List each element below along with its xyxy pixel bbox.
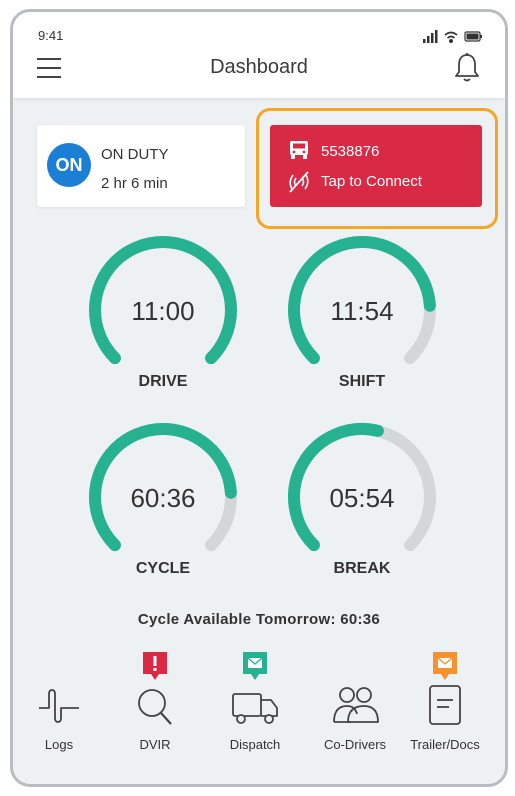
shift-gauge[interactable]: 11:54 SHIFT <box>282 234 442 404</box>
break-gauge-label: BREAK <box>333 560 391 577</box>
wifi-icon <box>444 31 458 44</box>
drive-gauge[interactable]: 11:00 DRIVE <box>83 234 243 404</box>
nav-trailer-docs-label: Trailer/Docs <box>410 737 480 752</box>
duty-duration: 2 hr 6 min <box>101 175 168 192</box>
nav-logs[interactable]: Logs <box>13 652 105 762</box>
message-badge-icon <box>243 652 267 680</box>
message-badge-icon <box>433 652 457 680</box>
nav-dispatch[interactable]: Dispatch <box>209 652 301 762</box>
duty-status-card[interactable]: ON ON DUTY 2 hr 6 min <box>37 125 245 207</box>
alert-badge-icon <box>143 652 167 680</box>
shift-gauge-label: SHIFT <box>338 373 386 390</box>
truck-front-icon <box>290 141 308 159</box>
logs-icon <box>39 689 79 723</box>
search-icon <box>138 689 172 725</box>
disconnected-icon <box>289 171 309 193</box>
nav-dvir[interactable]: DVIR <box>109 652 201 762</box>
device-frame: 9:41 Dashboard ON ON DUTY 2 hr 6 min 553… <box>10 9 508 787</box>
duty-status-label: ON DUTY <box>101 146 169 163</box>
drive-gauge-value: 11:00 <box>131 296 195 326</box>
cycle-gauge-value: 60:36 <box>130 483 196 513</box>
break-gauge-value: 05:54 <box>329 483 395 513</box>
signal-icon <box>423 30 438 43</box>
shift-gauge-value: 11:54 <box>330 296 394 326</box>
break-gauge[interactable]: 05:54 BREAK <box>282 421 442 591</box>
nav-dvir-label: DVIR <box>139 737 171 752</box>
document-icon <box>429 685 461 725</box>
status-icons <box>423 30 482 44</box>
connect-vehicle-card[interactable]: 5538876 Tap to Connect <box>270 125 482 207</box>
nav-trailer-docs[interactable]: Trailer/Docs <box>399 652 491 762</box>
top-bar: 9:41 Dashboard <box>13 12 505 98</box>
status-time: 9:41 <box>38 28 64 43</box>
nav-co-drivers[interactable]: Co-Drivers <box>309 652 401 762</box>
bell-icon[interactable] <box>453 52 481 84</box>
cycle-available-tomorrow: Cycle Available Tomorrow: 60:36 <box>137 611 381 628</box>
truck-icon <box>232 693 278 724</box>
users-icon <box>333 687 379 723</box>
on-duty-badge: ON <box>47 143 91 187</box>
truck-id: 5538876 <box>321 143 380 160</box>
drive-gauge-label: DRIVE <box>138 373 188 390</box>
nav-logs-label: Logs <box>44 737 74 752</box>
page-title: Dashboard <box>210 56 308 78</box>
cycle-gauge[interactable]: 60:36 CYCLE <box>83 421 243 591</box>
nav-dispatch-label: Dispatch <box>229 737 281 752</box>
cycle-gauge-label: CYCLE <box>135 560 191 577</box>
tap-to-connect-label: Tap to Connect <box>321 173 422 190</box>
nav-co-drivers-label: Co-Drivers <box>323 737 387 752</box>
battery-icon <box>464 31 482 42</box>
